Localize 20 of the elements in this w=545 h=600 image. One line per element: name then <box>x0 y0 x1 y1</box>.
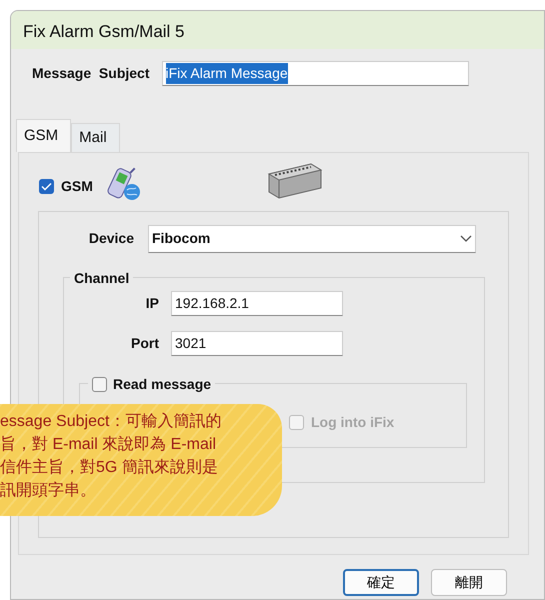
annotation-note: essage Subject：可輸入簡訊的 旨，對 E-mail 來說即為 E-mail 信件主旨，對5G 簡訊來說則是 訊開頭字串。 <box>0 404 282 516</box>
dialog-button[interactable]: 確定 <box>343 568 419 596</box>
checkbox-label: Read message <box>113 374 212 394</box>
tab[interactable]: Mail <box>71 123 120 152</box>
checkbox[interactable] <box>39 179 54 194</box>
input-field[interactable]: 192.168.2.1 <box>171 290 343 316</box>
field-label: Message Subject <box>32 64 150 83</box>
field-label: IP <box>144 294 159 312</box>
field-label: Device <box>88 229 134 248</box>
checkbox-label: Log into iFix <box>311 412 394 432</box>
device-dropdown[interactable]: Fibocom <box>148 224 476 252</box>
window-title: Fix Alarm Gsm/Mail 5 <box>11 11 544 49</box>
checkbox-label: GSM <box>61 177 93 196</box>
checkbox[interactable] <box>92 376 107 392</box>
input-field[interactable]: 3021 <box>171 330 343 356</box>
field-label: Port <box>130 334 159 352</box>
dialog-button[interactable]: 離開 <box>431 568 507 596</box>
tab[interactable]: GSM <box>16 119 72 152</box>
subject-field[interactable]: iFix Alarm Message <box>162 61 468 86</box>
chevron-down-icon <box>460 234 472 242</box>
